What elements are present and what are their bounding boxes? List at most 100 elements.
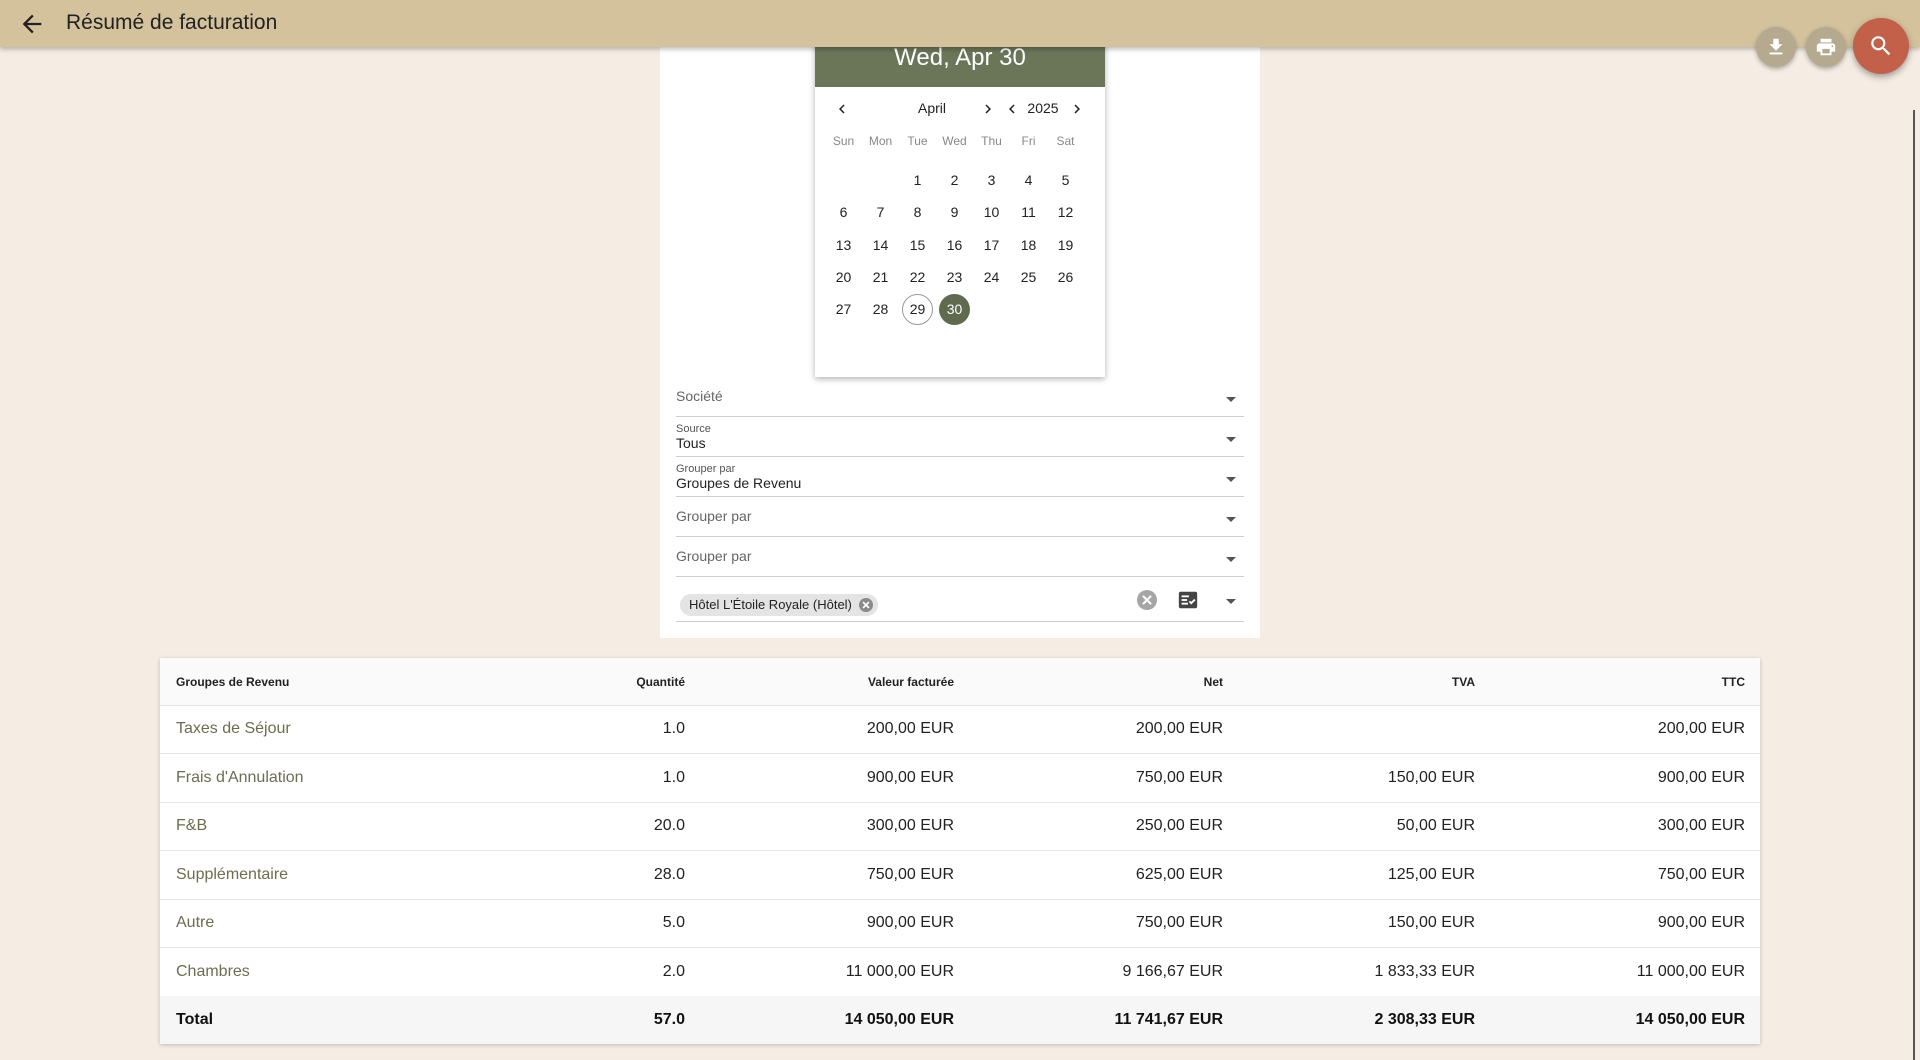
- close-icon: [862, 601, 870, 609]
- table-row[interactable]: Frais d'Annulation 1.0 900,00 EUR 750,00 EU…: [160, 754, 1760, 803]
- download-button[interactable]: [1756, 27, 1796, 67]
- source-select[interactable]: Source Tous: [676, 420, 1244, 457]
- row-ttc: 750,00 EUR: [1657, 865, 1745, 883]
- prev-year-button[interactable]: [1003, 100, 1021, 118]
- calendar-day[interactable]: 24: [976, 262, 1007, 293]
- row-revenue-group: Frais d'Annulation: [176, 768, 304, 786]
- total-vat: 2 308,33 EUR: [1374, 1011, 1475, 1028]
- calendar-day[interactable]: 7: [865, 197, 896, 228]
- next-month-button[interactable]: [979, 100, 997, 118]
- calendar-day[interactable]: 30: [939, 294, 970, 326]
- calendar-day[interactable]: 12: [1050, 197, 1081, 228]
- chevron-down-icon: [1226, 517, 1236, 522]
- calendar-day[interactable]: 27: [828, 294, 859, 325]
- chevron-right-icon: [1074, 104, 1080, 114]
- select-all-button[interactable]: [1177, 589, 1199, 611]
- row-net: 9 166,67 EUR: [1122, 962, 1223, 980]
- row-ttc: 200,00 EUR: [1657, 720, 1745, 737]
- print-button[interactable]: [1806, 27, 1846, 67]
- calendar-day[interactable]: 25: [1013, 262, 1044, 293]
- calendar-day[interactable]: 16: [939, 230, 970, 261]
- calendar-day[interactable]: 9: [939, 197, 970, 228]
- app-toolbar: Résumé de facturation: [0, 0, 1920, 47]
- header-quantity: Quantité: [636, 675, 685, 689]
- calendar-day[interactable]: 15: [902, 230, 933, 261]
- group-by-label: Grouper par: [676, 508, 752, 524]
- calendar-day[interactable]: 18: [1013, 230, 1044, 261]
- table-total-row: Total 57.0 14 050,00 EUR 11 741,67 EUR 2…: [160, 996, 1760, 1044]
- month-label: April: [917, 100, 946, 116]
- checklist-icon: [1178, 591, 1198, 609]
- calendar-day[interactable]: 2: [939, 165, 970, 196]
- weekday-label: Mon: [868, 134, 893, 148]
- calendar-day[interactable]: 23: [939, 262, 970, 293]
- header-revenue-group: Groupes de Revenu: [176, 675, 290, 689]
- calendar-day[interactable]: 11: [1013, 197, 1044, 228]
- table-row[interactable]: Supplémentaire 28.0 750,00 EUR 625,00 EUR 12…: [160, 851, 1760, 900]
- row-quantity: 20.0: [653, 817, 685, 834]
- back-button[interactable]: [18, 10, 46, 38]
- table-row[interactable]: Taxes de Séjour 1.0 200,00 EUR 200,00 EUR 20…: [160, 705, 1760, 754]
- calendar-day[interactable]: 21: [865, 262, 896, 293]
- header-vat: TVA: [1451, 675, 1475, 689]
- source-value: Tous: [676, 435, 706, 451]
- prev-month-button[interactable]: [833, 100, 851, 118]
- row-billed-value: 11 000,00 EUR: [845, 962, 954, 980]
- scrollbar[interactable]: [1913, 110, 1915, 1060]
- calendar-day[interactable]: 6: [828, 197, 859, 228]
- calendar-day[interactable]: 19: [1050, 230, 1081, 261]
- chip-remove-button[interactable]: [858, 598, 873, 612]
- row-net: 250,00 EUR: [1135, 817, 1223, 834]
- page-title: Résumé de facturation: [66, 11, 278, 34]
- calendar-day[interactable]: 29: [902, 294, 933, 326]
- row-vat: 150,00 EUR: [1387, 914, 1475, 931]
- clear-selection-button[interactable]: [1137, 590, 1157, 610]
- calendar-day[interactable]: 14: [865, 230, 896, 261]
- table-row[interactable]: F&B 20.0 300,00 EUR 250,00 EUR 50,00 EUR 300,…: [160, 802, 1760, 851]
- row-revenue-group: Supplémentaire: [176, 865, 289, 883]
- societe-label: Société: [676, 388, 723, 404]
- total-ttc: 14 050,00 EUR: [1635, 1011, 1745, 1028]
- property-chip-label: Hôtel L'Étoile Royale (Hôtel): [689, 597, 852, 612]
- calendar-day[interactable]: 13: [828, 230, 859, 261]
- calendar-day[interactable]: 17: [976, 230, 1007, 261]
- weekday-label: Tue: [907, 134, 928, 148]
- group-by-select-3[interactable]: Grouper par: [676, 540, 1244, 577]
- source-label: Source: [676, 423, 711, 435]
- row-vat: 150,00 EUR: [1387, 768, 1475, 786]
- calendar-day[interactable]: 8: [902, 197, 933, 228]
- calendar-day[interactable]: 20: [828, 262, 859, 293]
- row-vat: 50,00 EUR: [1396, 817, 1475, 834]
- row-ttc: 11 000,00 EUR: [1636, 962, 1745, 980]
- weekday-label: Fri: [1021, 134, 1036, 148]
- table-row[interactable]: Chambres 2.0 11 000,00 EUR 9 166,67 EUR 1 83…: [160, 948, 1760, 997]
- chevron-down-icon: [1226, 437, 1236, 442]
- row-quantity: 2.0: [662, 962, 685, 980]
- calendar-day[interactable]: 22: [902, 262, 933, 293]
- group-by-select-1[interactable]: Grouper par Groupes de Revenu: [676, 460, 1244, 497]
- row-ttc: 900,00 EUR: [1657, 914, 1745, 931]
- calendar-day[interactable]: 4: [1013, 165, 1044, 196]
- calendar-day[interactable]: 28: [865, 294, 896, 325]
- date-picker: Wed, Apr 30 April 2025 Sun Mon Tue Wed Thu Fr…: [815, 30, 1105, 377]
- group-by-select-2[interactable]: Grouper par: [676, 500, 1244, 537]
- total-billed-value: 14 050,00 EUR: [844, 1011, 954, 1028]
- group-by-value: Groupes de Revenu: [676, 475, 802, 491]
- row-vat: 125,00 EUR: [1387, 865, 1475, 883]
- chevron-down-icon: [1226, 557, 1236, 562]
- search-button[interactable]: [1853, 18, 1909, 74]
- row-revenue-group: Autre: [176, 914, 215, 931]
- calendar-day[interactable]: 3: [976, 165, 1007, 196]
- row-billed-value: 750,00 EUR: [866, 865, 954, 883]
- societe-select[interactable]: Société: [676, 380, 1244, 417]
- chevron-down-icon: [1226, 397, 1236, 402]
- property-select[interactable]: Hôtel L'Étoile Royale (Hôtel): [676, 580, 1244, 622]
- calendar-day[interactable]: 10: [976, 197, 1007, 228]
- calendar-day[interactable]: 1: [902, 165, 933, 196]
- table-row[interactable]: Autre 5.0 900,00 EUR 750,00 EUR 150,00 EUR 90…: [160, 899, 1760, 948]
- next-year-button[interactable]: [1068, 100, 1086, 118]
- property-chip: Hôtel L'Étoile Royale (Hôtel): [680, 594, 878, 616]
- chevron-right-icon: [985, 104, 991, 114]
- calendar-day[interactable]: 26: [1050, 262, 1081, 293]
- calendar-day[interactable]: 5: [1050, 165, 1081, 196]
